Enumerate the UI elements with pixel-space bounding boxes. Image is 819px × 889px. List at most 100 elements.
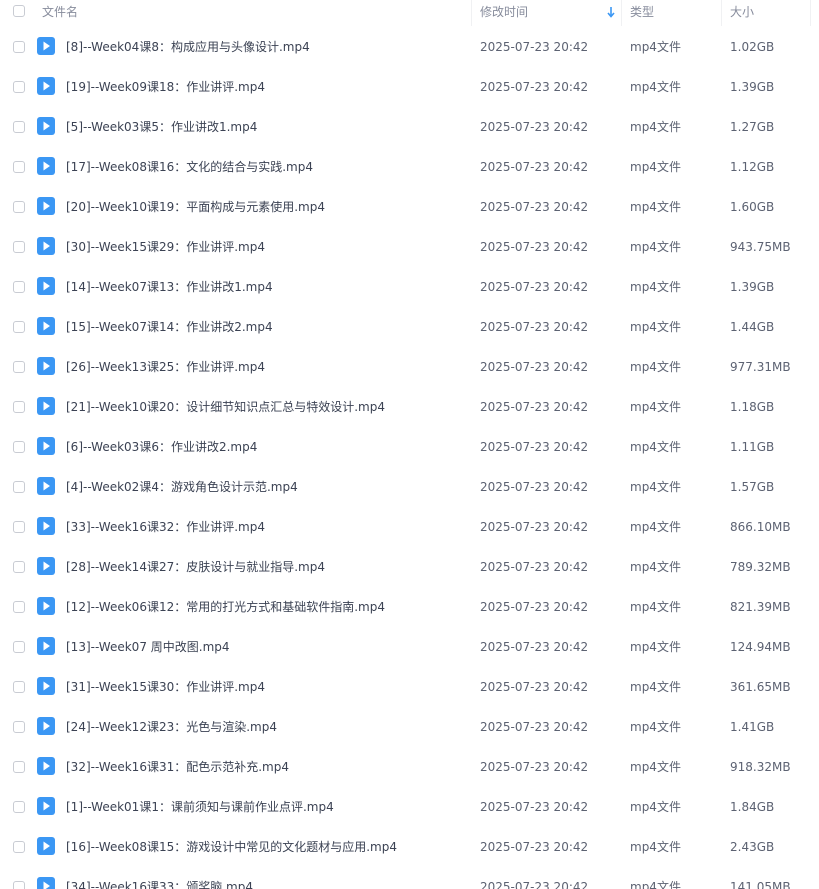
file-row[interactable]: [12]--Week06课12：常用的打光方式和基础软件指南.mp4 2025-0… [0, 587, 819, 627]
file-name[interactable]: [17]--Week08课16：文化的结合与实践.mp4 [66, 147, 313, 187]
video-file-icon [37, 717, 55, 735]
file-name[interactable]: [5]--Week03课5：作业讲改1.mp4 [66, 107, 257, 147]
file-size: 1.18GB [730, 400, 775, 414]
file-name[interactable]: [6]--Week03课6：作业讲改2.mp4 [66, 427, 257, 467]
file-row[interactable]: [15]--Week07课14：作业讲改2.mp4 2025-07-23 20:4… [0, 307, 819, 347]
row-checkbox[interactable] [13, 521, 25, 533]
row-checkbox[interactable] [13, 601, 25, 613]
file-name[interactable]: [20]--Week10课19：平面构成与元素使用.mp4 [66, 187, 325, 227]
file-row[interactable]: [34]--Week16课33：颁奖脑.mp4 2025-07-23 20:42 m… [0, 867, 819, 889]
row-checkbox[interactable] [13, 841, 25, 853]
video-file-icon [37, 157, 55, 175]
row-checkbox[interactable] [13, 681, 25, 693]
file-name[interactable]: [19]--Week09课18：作业讲评.mp4 [66, 67, 265, 107]
file-row[interactable]: [8]--Week04课8：构成应用与头像设计.mp4 2025-07-23 20… [0, 27, 819, 67]
row-checkbox[interactable] [13, 801, 25, 813]
column-divider[interactable] [721, 0, 722, 26]
column-header-size[interactable]: 大小 [730, 0, 754, 26]
row-checkbox[interactable] [13, 641, 25, 653]
row-checkbox[interactable] [13, 361, 25, 373]
column-header-modified-time[interactable]: 修改时间 [480, 0, 528, 26]
file-row[interactable]: [21]--Week10课20：设计细节知识点汇总与特效设计.mp4 2025-0… [0, 387, 819, 427]
row-checkbox[interactable] [13, 761, 25, 773]
file-size: 1.27GB [730, 120, 775, 134]
file-name[interactable]: [33]--Week16课32：作业讲评.mp4 [66, 507, 265, 547]
column-header-type[interactable]: 类型 [630, 0, 654, 26]
file-modified-time: 2025-07-23 20:42 [480, 240, 589, 254]
file-name[interactable]: [1]--Week01课1：课前须知与课前作业点评.mp4 [66, 787, 334, 827]
file-name[interactable]: [14]--Week07课13：作业讲改1.mp4 [66, 267, 273, 307]
file-name[interactable]: [16]--Week08课15：游戏设计中常见的文化题材与应用.mp4 [66, 827, 397, 867]
file-name[interactable]: [13]--Week07 周中改图.mp4 [66, 627, 230, 667]
row-checkbox[interactable] [13, 161, 25, 173]
file-name[interactable]: [30]--Week15课29：作业讲评.mp4 [66, 227, 265, 267]
file-row[interactable]: [5]--Week03课5：作业讲改1.mp4 2025-07-23 20:42 m… [0, 107, 819, 147]
file-modified-time: 2025-07-23 20:42 [480, 880, 589, 889]
file-modified-time: 2025-07-23 20:42 [480, 720, 589, 734]
row-checkbox[interactable] [13, 41, 25, 53]
row-checkbox[interactable] [13, 441, 25, 453]
file-type: mp4文件 [630, 160, 681, 174]
file-row[interactable]: [33]--Week16课32：作业讲评.mp4 2025-07-23 20:42… [0, 507, 819, 547]
row-checkbox[interactable] [13, 81, 25, 93]
file-row[interactable]: [17]--Week08课16：文化的结合与实践.mp4 2025-07-23 2… [0, 147, 819, 187]
file-row[interactable]: [20]--Week10课19：平面构成与元素使用.mp4 2025-07-23 … [0, 187, 819, 227]
file-row[interactable]: [6]--Week03课6：作业讲改2.mp4 2025-07-23 20:42 m… [0, 427, 819, 467]
file-row[interactable]: [24]--Week12课23：光色与渲染.mp4 2025-07-23 20:4… [0, 707, 819, 747]
file-row[interactable]: [19]--Week09课18：作业讲评.mp4 2025-07-23 20:42… [0, 67, 819, 107]
sort-descending-icon[interactable] [606, 5, 616, 19]
select-all-checkbox[interactable] [13, 5, 25, 17]
file-row[interactable]: [13]--Week07 周中改图.mp4 2025-07-23 20:42 mp4… [0, 627, 819, 667]
file-name[interactable]: [32]--Week16课31：配色示范补充.mp4 [66, 747, 289, 787]
row-checkbox[interactable] [13, 281, 25, 293]
row-checkbox[interactable] [13, 201, 25, 213]
file-type: mp4文件 [630, 600, 681, 614]
file-name[interactable]: [4]--Week02课4：游戏角色设计示范.mp4 [66, 467, 298, 507]
file-rows: [8]--Week04课8：构成应用与头像设计.mp4 2025-07-23 20… [0, 27, 819, 889]
file-name[interactable]: [21]--Week10课20：设计细节知识点汇总与特效设计.mp4 [66, 387, 385, 427]
video-file-icon [37, 357, 55, 375]
file-type: mp4文件 [630, 520, 681, 534]
file-row[interactable]: [1]--Week01课1：课前须知与课前作业点评.mp4 2025-07-23 … [0, 787, 819, 827]
column-divider[interactable] [810, 0, 811, 26]
video-file-icon [37, 317, 55, 335]
row-checkbox[interactable] [13, 121, 25, 133]
file-modified-time: 2025-07-23 20:42 [480, 280, 589, 294]
column-divider[interactable] [621, 0, 622, 26]
file-type: mp4文件 [630, 440, 681, 454]
file-type: mp4文件 [630, 280, 681, 294]
file-name[interactable]: [31]--Week15课30：作业讲评.mp4 [66, 667, 265, 707]
file-size: 1.02GB [730, 40, 775, 54]
file-name[interactable]: [8]--Week04课8：构成应用与头像设计.mp4 [66, 27, 310, 67]
file-row[interactable]: [30]--Week15课29：作业讲评.mp4 2025-07-23 20:42… [0, 227, 819, 267]
file-size: 361.65MB [730, 680, 791, 694]
video-file-icon [37, 277, 55, 295]
row-checkbox[interactable] [13, 881, 25, 889]
file-modified-time: 2025-07-23 20:42 [480, 400, 589, 414]
file-type: mp4文件 [630, 200, 681, 214]
file-type: mp4文件 [630, 240, 681, 254]
file-name[interactable]: [34]--Week16课33：颁奖脑.mp4 [66, 867, 253, 889]
row-checkbox[interactable] [13, 321, 25, 333]
file-row[interactable]: [26]--Week13课25：作业讲评.mp4 2025-07-23 20:42… [0, 347, 819, 387]
file-row[interactable]: [28]--Week14课27：皮肤设计与就业指导.mp4 2025-07-23 … [0, 547, 819, 587]
row-checkbox[interactable] [13, 241, 25, 253]
file-name[interactable]: [12]--Week06课12：常用的打光方式和基础软件指南.mp4 [66, 587, 385, 627]
file-name[interactable]: [26]--Week13课25：作业讲评.mp4 [66, 347, 265, 387]
file-row[interactable]: [4]--Week02课4：游戏角色设计示范.mp4 2025-07-23 20:… [0, 467, 819, 507]
file-row[interactable]: [14]--Week07课13：作业讲改1.mp4 2025-07-23 20:4… [0, 267, 819, 307]
row-checkbox[interactable] [13, 561, 25, 573]
file-row[interactable]: [32]--Week16课31：配色示范补充.mp4 2025-07-23 20:… [0, 747, 819, 787]
file-row[interactable]: [16]--Week08课15：游戏设计中常见的文化题材与应用.mp4 2025-… [0, 827, 819, 867]
row-checkbox[interactable] [13, 721, 25, 733]
file-row[interactable]: [31]--Week15课30：作业讲评.mp4 2025-07-23 20:42… [0, 667, 819, 707]
row-checkbox[interactable] [13, 481, 25, 493]
file-name[interactable]: [28]--Week14课27：皮肤设计与就业指导.mp4 [66, 547, 325, 587]
file-name[interactable]: [24]--Week12课23：光色与渲染.mp4 [66, 707, 277, 747]
file-name[interactable]: [15]--Week07课14：作业讲改2.mp4 [66, 307, 273, 347]
file-modified-time: 2025-07-23 20:42 [480, 200, 589, 214]
column-divider[interactable] [471, 0, 472, 26]
row-checkbox[interactable] [13, 401, 25, 413]
column-header-name[interactable]: 文件名 [42, 0, 78, 26]
file-modified-time: 2025-07-23 20:42 [480, 360, 589, 374]
